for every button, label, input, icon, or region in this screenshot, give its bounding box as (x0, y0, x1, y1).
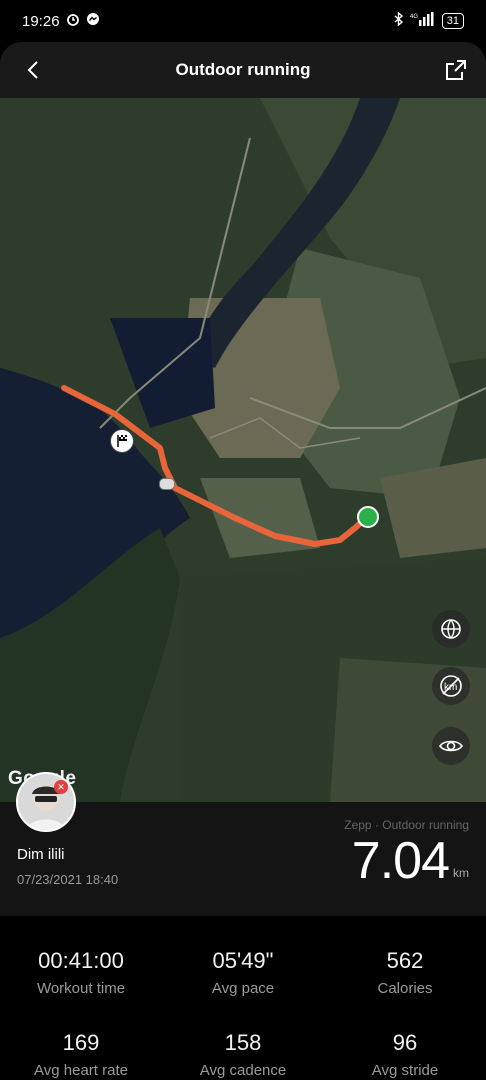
app-header: Outdoor running (0, 42, 486, 98)
distance-unit: km (453, 866, 469, 880)
route-map[interactable]: km Google (0, 98, 486, 802)
battery-indicator: 31 (441, 13, 464, 29)
alarm-icon (66, 12, 80, 30)
satellite-terrain (0, 98, 486, 802)
stat-value: 158 (224, 1030, 262, 1055)
stat-avg-pace: 05'49" Avg pace (162, 948, 324, 997)
source-label: Zepp · Outdoor running (344, 818, 469, 832)
waypoint-marker (159, 478, 175, 490)
share-button[interactable] (444, 58, 468, 82)
back-button[interactable] (22, 58, 46, 82)
user-name: Dim ilili (17, 846, 65, 863)
finish-flag-icon (110, 429, 134, 453)
view-toggle-button[interactable] (432, 727, 470, 765)
bluetooth-icon (394, 11, 404, 30)
stat-label: Avg stride (371, 1062, 439, 1079)
share-icon (446, 60, 466, 80)
messenger-icon (86, 12, 100, 30)
workout-summary: ✕ Dim ilili 07/23/2021 18:40 Zepp · Outd… (0, 772, 486, 916)
workout-date: 07/23/2021 18:40 (17, 872, 119, 887)
globe-icon (441, 619, 461, 639)
avatar[interactable] (16, 772, 76, 832)
svg-text:4G: 4G (410, 14, 418, 20)
stat-label: Calories (377, 980, 433, 997)
chevron-left-icon (27, 61, 38, 79)
stat-label: Avg cadence (199, 1062, 287, 1079)
start-marker (357, 506, 379, 528)
clock: 19:26 (22, 12, 60, 30)
stat-label: Avg heart rate (34, 1062, 128, 1079)
stat-value: 169 (62, 1030, 100, 1055)
avatar-badge-icon: ✕ (54, 780, 68, 794)
signal-icon: 4G (410, 12, 436, 30)
stat-avg-cadence: 158 Avg cadence (162, 1030, 324, 1079)
eye-icon (439, 740, 463, 752)
page-title: Outdoor running (175, 60, 311, 79)
stats-grid: 00:41:00 Workout time 05'49" Avg pace 56… (0, 916, 486, 1080)
stat-avg-heart-rate: 169 Avg heart rate (0, 1030, 162, 1079)
map-type-button[interactable] (432, 610, 470, 648)
stat-label: Workout time (36, 980, 126, 997)
stat-value: 00:41:00 (38, 948, 124, 973)
distance-value: 7.04 (351, 832, 450, 890)
stat-value: 562 (386, 948, 424, 973)
stat-value: 05'49" (212, 948, 274, 973)
distance: 7.04 km (352, 832, 469, 890)
stat-avg-stride: 96 Avg stride (324, 1030, 486, 1079)
km-markers-toggle[interactable]: km (432, 667, 470, 705)
km-off-icon: km (440, 675, 462, 697)
stat-calories: 562 Calories (324, 948, 486, 997)
stat-value: 96 (392, 1030, 418, 1055)
stat-label: Avg pace (211, 980, 275, 997)
stat-workout-time: 00:41:00 Workout time (0, 948, 162, 997)
status-bar: 19:26 4G 31 (0, 0, 486, 42)
